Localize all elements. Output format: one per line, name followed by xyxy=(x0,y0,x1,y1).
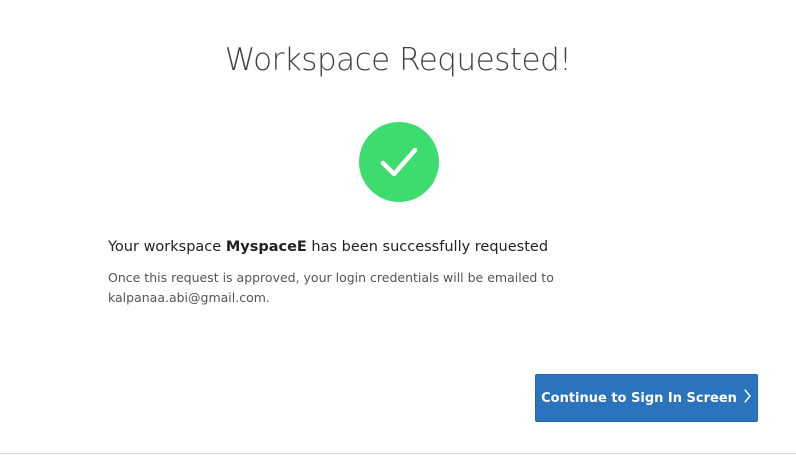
email-address: kalpanaa.abi@gmail.com. xyxy=(108,290,270,305)
message-prefix: Your workspace xyxy=(108,239,226,255)
chevron-right-icon xyxy=(743,388,752,408)
check-icon xyxy=(380,147,418,177)
workspace-name: MyspaceE xyxy=(225,239,307,255)
success-message: Your workspace MyspaceE has been success… xyxy=(108,237,548,257)
approval-note-line: Once this request is approved, your logi… xyxy=(108,270,554,285)
divider xyxy=(0,453,796,454)
continue-to-sign-in-button[interactable]: Continue to Sign In Screen xyxy=(535,374,758,422)
continue-label: Continue to Sign In Screen xyxy=(541,390,737,406)
page-title: Workspace Requested! xyxy=(224,42,572,78)
message-suffix: has been successfully requested xyxy=(306,239,549,255)
approval-note: Once this request is approved, your logi… xyxy=(108,268,568,308)
success-check-icon xyxy=(359,122,439,202)
workspace-requested-dialog: Workspace Requested! Your workspace Mysp… xyxy=(0,0,796,456)
